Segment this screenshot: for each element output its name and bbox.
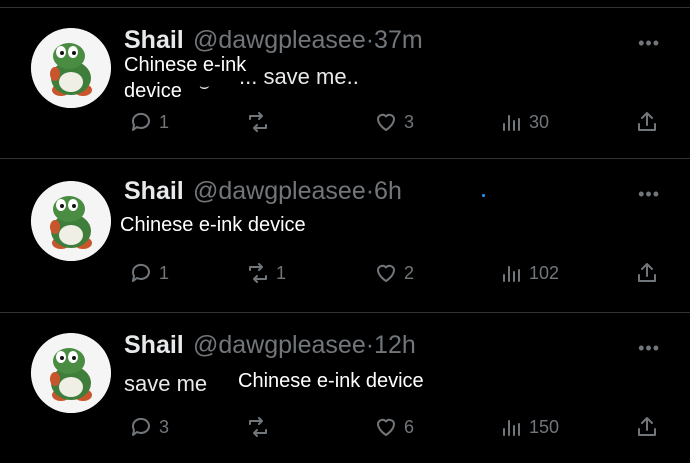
timestamp[interactable]: 6h [374, 177, 402, 205]
like-count: 2 [404, 262, 415, 283]
repost-button[interactable]: 1 [246, 261, 286, 285]
yoshi-avatar-image [31, 181, 111, 261]
views-count: 30 [529, 111, 550, 132]
reply-button[interactable]: 1 [129, 261, 169, 285]
share-icon [638, 263, 656, 282]
stray-blue-dot [482, 194, 485, 197]
reply-count: 1 [159, 111, 170, 132]
share-icon [638, 417, 656, 436]
dot-separator: · [365, 26, 375, 54]
yoshi-avatar-image [31, 333, 111, 413]
repost-icon [249, 263, 267, 283]
overlay-text: Chinese e-ink device [238, 370, 424, 392]
share-button[interactable] [635, 261, 659, 285]
more-options-button[interactable]: ••• [638, 338, 660, 359]
action-bar: 1 1 2 102 [0, 261, 690, 291]
like-button[interactable]: 6 [374, 415, 414, 439]
avatar[interactable] [31, 181, 111, 261]
views-button[interactable]: 150 [499, 415, 559, 439]
heart-icon [377, 113, 395, 131]
yoshi-avatar-image [31, 28, 111, 108]
handle[interactable]: @dawgpleasee·6h [193, 177, 402, 206]
share-button[interactable] [635, 110, 659, 134]
reply-count: 1 [159, 262, 170, 283]
reply-button[interactable]: 3 [129, 415, 169, 439]
overlay-tail-glyph: ⌣ [199, 78, 210, 95]
tweet-1[interactable]: Shail @dawgpleasee·37m ••• Chinese e-ink… [0, 8, 690, 158]
views-button[interactable]: 30 [499, 110, 549, 134]
handle[interactable]: @dawgpleasee·37m [193, 26, 423, 55]
overlay-text-line1: Chinese e-ink [124, 54, 247, 76]
reply-count: 3 [159, 416, 170, 437]
tweet-text: save me [124, 371, 208, 396]
dot-separator: · [365, 331, 375, 359]
reply-icon [131, 417, 150, 436]
overlay-text-line2: device [124, 80, 182, 102]
views-icon [503, 420, 520, 436]
repost-button[interactable] [246, 110, 276, 134]
display-name[interactable]: Shail [124, 177, 184, 206]
share-button[interactable] [635, 415, 659, 439]
handle[interactable]: @dawgpleasee·12h [193, 331, 416, 360]
like-button[interactable]: 2 [374, 261, 414, 285]
views-icon [503, 266, 520, 282]
handle-text: @dawgpleasee [193, 26, 366, 54]
tweet-2[interactable]: Shail @dawgpleasee·6h ••• Chinese e-ink … [0, 159, 690, 309]
like-button[interactable]: 3 [374, 110, 414, 134]
share-icon [638, 112, 656, 131]
views-count: 150 [529, 416, 560, 437]
tweet-text: ... save me.. [239, 64, 359, 89]
dot-separator: · [365, 177, 375, 205]
repost-icon [249, 112, 267, 132]
display-name[interactable]: Shail [124, 26, 184, 55]
repost-icon [249, 417, 267, 437]
action-bar: 3 6 150 [0, 415, 690, 445]
views-icon [503, 115, 520, 131]
views-count: 102 [529, 262, 560, 283]
action-bar: 1 3 30 [0, 110, 690, 140]
handle-text: @dawgpleasee [193, 177, 366, 205]
timestamp[interactable]: 12h [374, 331, 416, 359]
repost-button[interactable] [246, 415, 276, 439]
overlay-text: Chinese e-ink device [120, 214, 306, 236]
reply-icon [131, 112, 150, 131]
repost-count: 1 [276, 262, 287, 283]
tweet-3[interactable]: Shail @dawgpleasee·12h ••• save me Chine… [0, 313, 690, 463]
handle-text: @dawgpleasee [193, 331, 366, 359]
heart-icon [377, 264, 395, 282]
reply-button[interactable]: 1 [129, 110, 169, 134]
heart-icon [377, 418, 395, 436]
like-count: 6 [404, 416, 415, 437]
timeline-feed: Shail @dawgpleasee·37m ••• Chinese e-ink… [0, 0, 690, 459]
display-name[interactable]: Shail [124, 331, 184, 360]
avatar[interactable] [31, 28, 111, 108]
like-count: 3 [404, 111, 415, 132]
views-button[interactable]: 102 [499, 261, 559, 285]
more-options-button[interactable]: ••• [638, 184, 660, 205]
timestamp[interactable]: 37m [374, 26, 423, 54]
reply-icon [131, 263, 150, 282]
more-options-button[interactable]: ••• [638, 33, 660, 54]
avatar[interactable] [31, 333, 111, 413]
